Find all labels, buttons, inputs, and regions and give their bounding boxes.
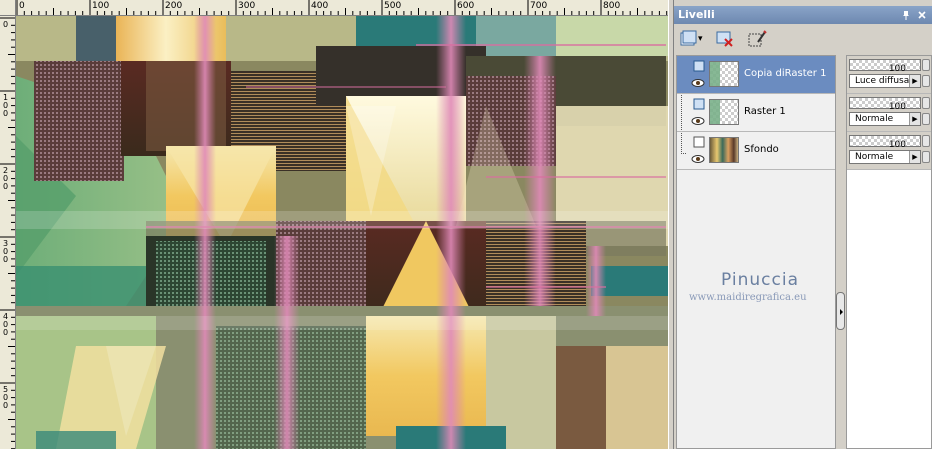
- ruler-label: 0: [3, 401, 8, 410]
- watermark-url: www.maidiregrafica.eu: [689, 292, 807, 303]
- chevron-right-icon[interactable]: ▶: [909, 151, 920, 163]
- lock-transparency-icon[interactable]: [922, 97, 930, 109]
- pin-icon[interactable]: [900, 9, 912, 21]
- raster-layer-icon: [693, 60, 705, 72]
- splitter-handle[interactable]: [836, 292, 845, 330]
- ruler-label: 0: [3, 328, 8, 337]
- ruler-corner: [0, 0, 16, 16]
- raster-layer-icon: [693, 98, 705, 110]
- ruler-label: 0: [3, 182, 8, 191]
- blend-mode-select[interactable]: Luce diffusa ▶: [849, 74, 921, 88]
- link-layer-icon[interactable]: [922, 151, 930, 163]
- layer-thumbnail: [709, 99, 739, 125]
- new-layer-dropdown-arrow[interactable]: ▾: [698, 28, 706, 50]
- layer-props-raster-1: 100 Normale ▶: [847, 94, 931, 132]
- ruler-label: 300: [238, 1, 255, 11]
- top-ruler: 0 100 200 300 400 500 600 700 800: [0, 0, 668, 16]
- layer-properties-column: 100 Luce diffusa ▶ 100 Normale ▶ 100 Nor…: [846, 55, 932, 449]
- ruler-label: 600: [457, 1, 474, 11]
- background-layer-icon: [693, 136, 705, 148]
- opacity-slider[interactable]: 100: [849, 59, 921, 74]
- opacity-value: 100: [888, 140, 906, 150]
- watermark-title: Pinuccia: [721, 270, 799, 290]
- layer-list: Copia diRaster 1 Raster 1 Sfondo Pinucci…: [676, 55, 836, 449]
- ruler-label: 200: [165, 1, 182, 11]
- left-ruler-ticks: 0100200300400500: [0, 17, 15, 449]
- new-raster-layer-icon[interactable]: [678, 28, 700, 50]
- visibility-eye-icon[interactable]: [691, 78, 705, 88]
- opacity-value: 100: [888, 102, 906, 112]
- layer-thumbnail: [709, 61, 739, 87]
- ruler-label: 400: [311, 1, 328, 11]
- ruler-label: 0: [3, 255, 8, 264]
- chevron-right-icon[interactable]: ▶: [909, 113, 920, 125]
- ruler-label: 0: [3, 20, 8, 29]
- blend-mode-label: Normale: [855, 114, 894, 124]
- ruler-label: 100: [92, 1, 109, 11]
- chevron-right-icon[interactable]: ▶: [909, 75, 920, 87]
- opacity-value: 100: [888, 64, 906, 74]
- edit-selection-icon[interactable]: [746, 28, 768, 50]
- lock-transparency-icon[interactable]: [922, 135, 930, 147]
- blend-mode-label: Normale: [855, 152, 894, 162]
- layer-row-raster-1[interactable]: Raster 1: [677, 94, 835, 132]
- image-canvas[interactable]: [16, 16, 668, 449]
- visibility-eye-icon[interactable]: [691, 116, 705, 126]
- layer-name: Copia diRaster 1: [744, 68, 827, 79]
- layers-panel: Livelli ▾ Copia diRaster 1 Raster 1 Sfon…: [674, 0, 932, 449]
- link-layer-icon[interactable]: [922, 75, 930, 87]
- layer-thumbnail: [709, 137, 739, 163]
- blend-mode-select[interactable]: Normale ▶: [849, 112, 921, 126]
- layer-name: Sfondo: [744, 144, 779, 155]
- blend-mode-label: Luce diffusa: [855, 76, 910, 86]
- blend-mode-select[interactable]: Normale ▶: [849, 150, 921, 164]
- layer-props-copia-diraster-1: 100 Luce diffusa ▶: [847, 56, 931, 94]
- panel-titlebar[interactable]: Livelli: [674, 6, 932, 24]
- ruler-label: 0: [3, 109, 8, 118]
- panel-title: Livelli: [678, 8, 715, 21]
- top-ruler-ticks: 0 100 200 300 400 500 600 700 800: [16, 0, 668, 15]
- layer-props-sfondo: 100 Normale ▶: [847, 132, 931, 170]
- close-icon[interactable]: [916, 9, 928, 21]
- delete-layer-icon[interactable]: [714, 28, 736, 50]
- visibility-eye-icon[interactable]: [691, 154, 705, 164]
- layer-row-copia-diraster-1[interactable]: Copia diRaster 1: [677, 56, 835, 94]
- opacity-slider[interactable]: 100: [849, 135, 921, 150]
- lock-transparency-icon[interactable]: [922, 59, 930, 71]
- layer-name: Raster 1: [744, 106, 786, 117]
- panel-splitter[interactable]: [836, 55, 846, 449]
- ruler-label: 800: [603, 1, 620, 11]
- ruler-label: 0: [19, 1, 25, 11]
- layer-row-sfondo[interactable]: Sfondo: [677, 132, 835, 170]
- ruler-label: 500: [384, 1, 401, 11]
- ruler-label: 700: [530, 1, 547, 11]
- layers-toolbar: ▾: [674, 25, 932, 53]
- opacity-slider[interactable]: 100: [849, 97, 921, 112]
- link-layer-icon[interactable]: [922, 113, 930, 125]
- artwork: [16, 16, 668, 449]
- left-ruler: 0100200300400500: [0, 15, 16, 449]
